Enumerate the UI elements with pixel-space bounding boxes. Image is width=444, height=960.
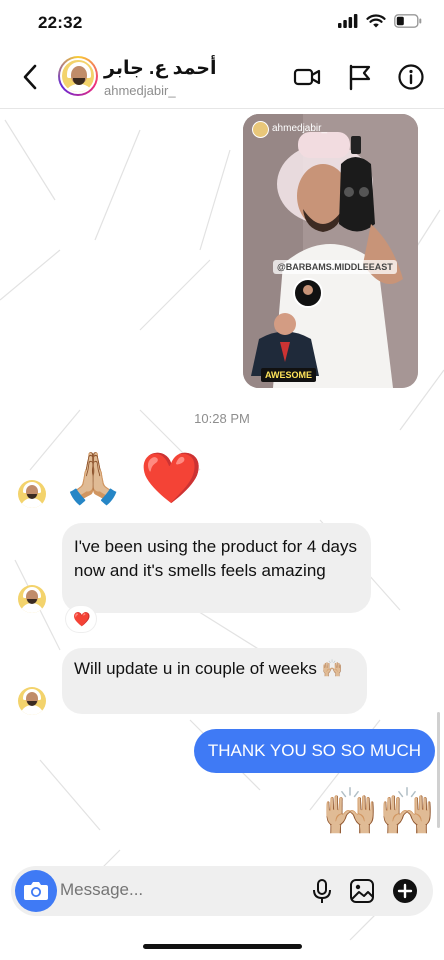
shared-story[interactable]: ahmedjabir_ @BARBAMS.MIDDLEEAST AWESOME: [243, 114, 418, 388]
story-handle: ahmedjabir_: [272, 123, 328, 134]
emoji-message[interactable]: 🙏🏼 ❤️: [62, 446, 202, 510]
story-tag: @BARBAMS.MIDDLEEAST: [273, 260, 397, 274]
camera-icon: [24, 882, 48, 900]
story-image: [243, 114, 418, 388]
emoji-message[interactable]: 🙌🏼🙌🏼: [321, 786, 436, 836]
message-timestamp: 10:28 PM: [194, 411, 250, 426]
status-time: 22:32: [38, 13, 83, 32]
flag-icon[interactable]: [345, 62, 375, 92]
signal-icon: [338, 14, 358, 28]
back-icon[interactable]: [18, 62, 44, 92]
scrollbar[interactable]: [437, 712, 440, 828]
chat-header: أحمد ع. جابر ahmedjabir_: [0, 46, 444, 109]
message-input[interactable]: [60, 880, 290, 900]
microphone-icon[interactable]: [309, 878, 335, 904]
info-icon[interactable]: [396, 62, 426, 92]
user-name[interactable]: أحمد ع. جابر: [104, 57, 217, 80]
story-avatar: [252, 121, 269, 138]
status-icons: [338, 14, 422, 28]
outgoing-message-bubble[interactable]: THANK YOU SO SO MUCH: [193, 729, 435, 773]
message-bubble[interactable]: I've been using the product for 4 days n…: [62, 523, 371, 613]
home-indicator: [143, 944, 302, 949]
user-handle[interactable]: ahmedjabir_: [104, 83, 176, 98]
video-call-icon[interactable]: [292, 62, 322, 92]
reaction-badge[interactable]: ❤️: [66, 606, 96, 632]
message-bubble[interactable]: Will update u in couple of weeks 🙌🏼: [62, 648, 367, 714]
plus-icon[interactable]: [392, 878, 418, 904]
battery-icon: [394, 14, 422, 28]
gallery-icon[interactable]: [349, 878, 375, 904]
message-text: THANK YOU SO SO MUCH: [207, 741, 421, 760]
heart-reaction: ❤️: [73, 611, 91, 627]
message-composer: [11, 866, 433, 916]
message-text: I've been using the product for 4 days n…: [74, 537, 357, 580]
sender-avatar[interactable]: [18, 585, 46, 613]
wifi-icon: [366, 14, 386, 28]
story-caption: AWESOME: [261, 368, 317, 382]
sender-avatar[interactable]: [18, 687, 46, 715]
status-bar: 22:32: [0, 0, 444, 46]
sender-avatar[interactable]: [18, 480, 46, 508]
camera-button[interactable]: [15, 870, 57, 912]
message-text: Will update u in couple of weeks 🙌🏼: [74, 659, 343, 678]
avatar[interactable]: [58, 56, 98, 96]
